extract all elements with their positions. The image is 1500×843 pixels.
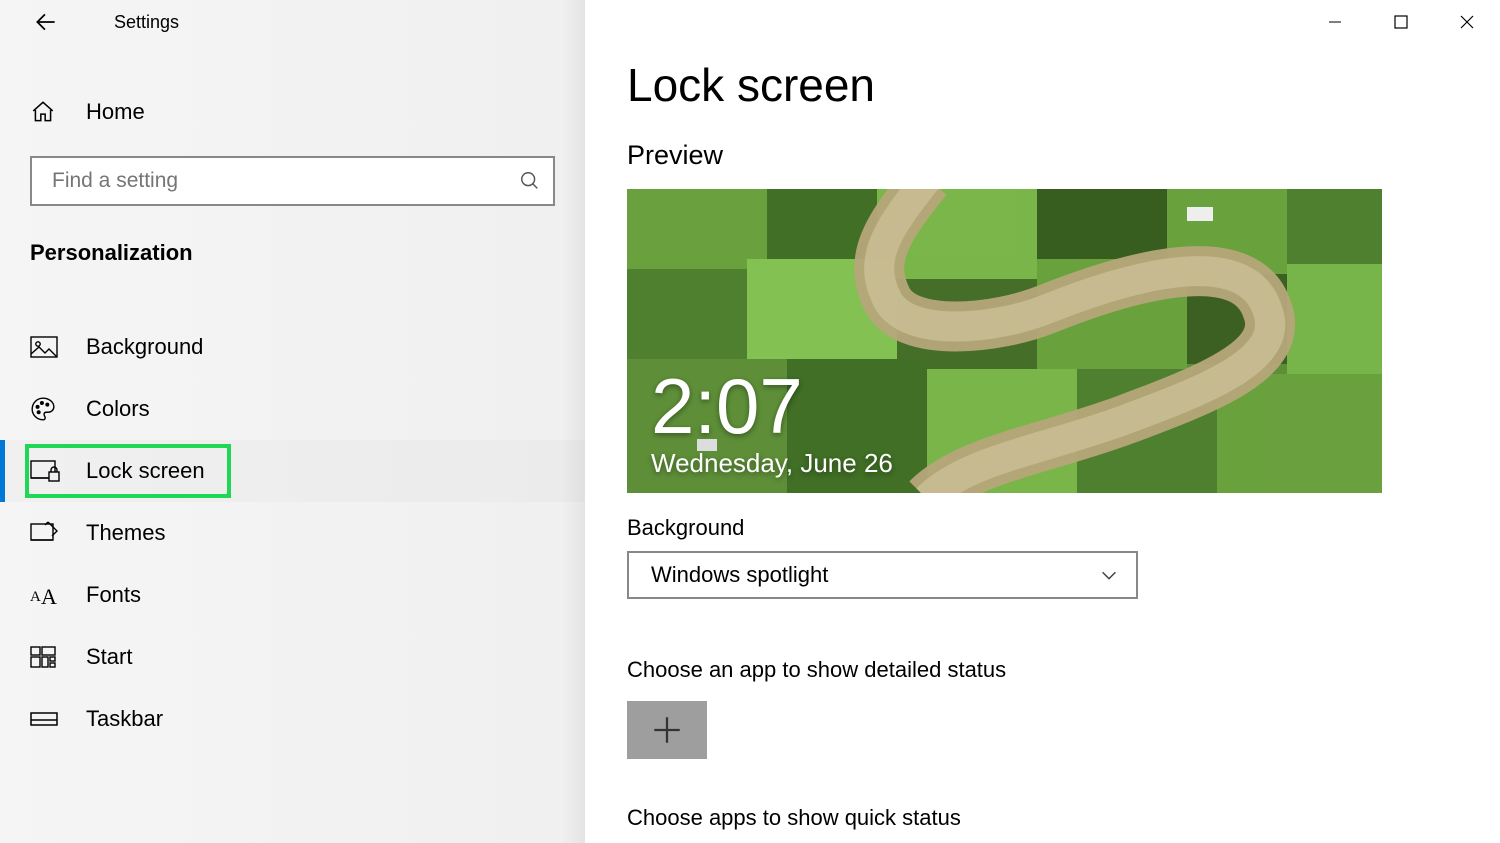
arrow-left-icon (33, 9, 59, 35)
search-box[interactable] (30, 156, 555, 206)
close-button[interactable] (1434, 0, 1500, 44)
titlebar-left: Settings (0, 0, 585, 44)
sidebar: Settings Home Personalization Background (0, 0, 585, 843)
start-icon (30, 646, 86, 668)
sidebar-item-start[interactable]: Start (0, 626, 585, 688)
back-button[interactable] (26, 2, 66, 42)
chevron-down-icon (1098, 564, 1120, 586)
preview-date: Wednesday, June 26 (651, 448, 893, 479)
sidebar-item-themes[interactable]: Themes (0, 502, 585, 564)
page-title: Lock screen (627, 58, 1500, 112)
sidebar-item-label: Lock screen (86, 458, 205, 484)
detailed-status-label: Choose an app to show detailed status (627, 657, 1500, 683)
sidebar-item-label: Background (86, 334, 203, 360)
main-content: Lock screen Preview (585, 0, 1500, 843)
preview-heading: Preview (627, 140, 1500, 171)
background-label: Background (627, 515, 1500, 541)
lock-screen-icon (30, 460, 86, 482)
svg-text:A: A (41, 584, 57, 606)
minimize-button[interactable] (1302, 0, 1368, 44)
sidebar-item-lock-screen[interactable]: Lock screen (0, 440, 585, 502)
palette-icon (30, 396, 86, 422)
sidebar-item-colors[interactable]: Colors (0, 378, 585, 440)
nav-list: Background Colors Lock screen Theme (0, 316, 585, 750)
maximize-icon (1394, 15, 1408, 29)
plus-icon (650, 713, 684, 747)
fonts-icon: AA (30, 584, 86, 606)
category-heading: Personalization (30, 240, 585, 266)
sidebar-item-label: Taskbar (86, 706, 163, 732)
sidebar-item-background[interactable]: Background (0, 316, 585, 378)
sidebar-item-fonts[interactable]: AA Fonts (0, 564, 585, 626)
sidebar-item-label: Start (86, 644, 132, 670)
settings-window: Settings Home Personalization Background (0, 0, 1500, 843)
search-icon (519, 170, 541, 192)
maximize-button[interactable] (1368, 0, 1434, 44)
lock-screen-preview: 2:07 Wednesday, June 26 (627, 189, 1382, 493)
taskbar-icon (30, 712, 86, 726)
minimize-icon (1327, 14, 1343, 30)
dropdown-value: Windows spotlight (651, 562, 828, 588)
window-controls (1302, 0, 1500, 44)
sidebar-item-home[interactable]: Home (0, 82, 585, 142)
quick-status-label: Choose apps to show quick status (627, 805, 1500, 831)
background-dropdown[interactable]: Windows spotlight (627, 551, 1138, 599)
home-icon (30, 99, 86, 125)
close-icon (1459, 14, 1475, 30)
add-detailed-status-button[interactable] (627, 701, 707, 759)
sidebar-item-label: Colors (86, 396, 150, 422)
picture-icon (30, 336, 86, 358)
sidebar-item-taskbar[interactable]: Taskbar (0, 688, 585, 750)
search-input[interactable] (52, 169, 519, 193)
svg-text:A: A (30, 589, 41, 605)
sidebar-item-label: Themes (86, 520, 165, 546)
sidebar-item-label: Fonts (86, 582, 141, 608)
themes-icon (30, 521, 86, 545)
preview-time: 2:07 (651, 367, 803, 445)
home-label: Home (86, 99, 145, 125)
app-title: Settings (114, 12, 179, 33)
